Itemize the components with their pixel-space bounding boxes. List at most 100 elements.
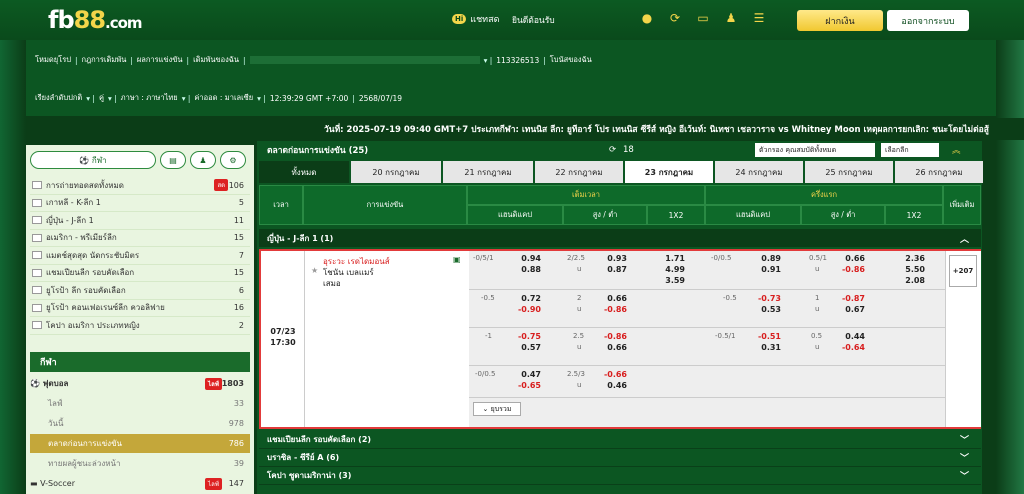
odds-cell[interactable]: 0.66 <box>595 293 627 304</box>
odds-cell[interactable]: 2.08 <box>893 275 925 286</box>
soccer-ball-icon: ⚽ <box>30 379 43 388</box>
more-bets-button[interactable]: +207 <box>949 255 977 287</box>
draw-label: เสมอ <box>323 279 341 288</box>
sub-early-market[interactable]: ตลาดก่อนการแข่งขัน 786 <box>30 434 250 453</box>
league-group[interactable]: แชมเปียนลีก รอบคัดเลือก (2) ﹀ <box>259 431 981 449</box>
nav-europe-mode[interactable]: โหมดยุโรป <box>35 54 71 66</box>
league-item[interactable]: อเมริกา - พรีเมียร์ลีก 15 <box>30 230 250 247</box>
collapse-button[interactable]: ⌄ ยุบรวม <box>473 402 521 416</box>
sub-outright[interactable]: ทายผลผู้ชนะล่วงหน้า 39 <box>30 454 250 473</box>
odds-cell[interactable]: -0.75 <box>509 331 541 342</box>
league-item[interactable]: ญี่ปุ่น - J-ลีก 1 11 <box>30 212 250 230</box>
top-bar: fb88.com Hi แชทสด ยินดีต้อนรับ ● ⟳ ▭ ♟ ☰ … <box>0 0 1024 40</box>
filter-select[interactable]: ตัวกรอง คุณสมบัติทั้งหมด <box>755 143 875 157</box>
settings-bar: โหมดยุโรป | กฎการเดิมพัน | ผลการแข่งขัน | เ… <box>26 40 996 116</box>
live-chat-link[interactable]: Hi แชทสด <box>452 12 499 26</box>
select-league-button[interactable]: เลือกลีก <box>881 143 939 157</box>
odds-cell[interactable]: -0.90 <box>509 304 541 315</box>
league-group[interactable]: โคปา ซูดาเมริกาน่า (3) ﹀ <box>259 467 981 485</box>
league-item[interactable]: โคปา อเมริกา ประเภทหญิง 2 <box>30 317 250 335</box>
betslip-icon[interactable]: ▤ <box>160 151 186 169</box>
odds-cell[interactable]: 0.53 <box>749 304 781 315</box>
sub-live[interactable]: ไลฟ์ 33 <box>30 394 250 413</box>
odds-cell[interactable]: 0.93 <box>595 253 627 264</box>
logo[interactable]: fb88.com <box>48 6 143 34</box>
odds-cell[interactable]: 0.44 <box>833 331 865 342</box>
odds-cell[interactable]: -0.86 <box>595 304 627 315</box>
sport-football[interactable]: ⚽ ฟุตบอล ไลฟ์ 1803 <box>30 374 250 393</box>
odds-cell[interactable]: 2.36 <box>893 253 925 264</box>
league-item[interactable]: แมตช์สุดสุด นัดกระชับมิตร 7 <box>30 247 250 265</box>
tab-date[interactable]: 25 กรกฎาคม <box>805 161 893 183</box>
league-item[interactable]: การถ่ายทอดสดทั้งหมด สด 106 <box>30 177 250 195</box>
odds-cell[interactable]: -0.66 <box>595 369 627 380</box>
cards-icon[interactable]: ▭ <box>696 11 710 25</box>
stats-icon[interactable]: ▣ <box>453 255 461 264</box>
odds-table-header: เวลา การแข่งขัน เต็มเวลา ครึ่งแรก เพิ่มเ… <box>259 185 981 225</box>
odds-cell[interactable]: -0.65 <box>509 380 541 391</box>
odds-cell[interactable]: 0.67 <box>833 304 865 315</box>
refresh-icon[interactable]: ⟳ <box>609 145 616 155</box>
chevron-up-icon[interactable]: ︽ <box>952 144 961 156</box>
header-match: การแข่งขัน <box>303 185 467 225</box>
odds-cell[interactable]: 0.66 <box>595 342 627 353</box>
pair-select[interactable]: คู่ <box>99 92 104 104</box>
odds-cell[interactable]: 0.91 <box>749 264 781 275</box>
odds-cell[interactable]: 0.46 <box>595 380 627 391</box>
nav-my-bets[interactable]: เดิมพันของฉัน <box>193 54 239 66</box>
league-item[interactable]: ยูโรป้า ลีก รอบคัดเลือก 6 <box>30 282 250 300</box>
odds-cell[interactable]: 0.87 <box>595 264 627 275</box>
odds-cell[interactable]: 4.99 <box>653 264 685 275</box>
odds-cell[interactable]: 0.66 <box>833 253 865 264</box>
odds-cell[interactable]: -0.73 <box>749 293 781 304</box>
logout-button[interactable]: ออกจากระบบ <box>887 10 969 31</box>
odds-cell[interactable]: 0.89 <box>749 253 781 264</box>
user-icon[interactable]: ♟ <box>724 11 738 25</box>
odds-cell[interactable]: 0.47 <box>509 369 541 380</box>
league-item[interactable]: เกาหลี - K-ลีก 15 <box>30 195 250 212</box>
odds-cell[interactable]: -0.86 <box>595 331 627 342</box>
coins-icon[interactable]: ● <box>640 11 654 25</box>
tab-date[interactable]: 21 กรกฎาคม <box>443 161 533 183</box>
odds-cell[interactable]: 1.71 <box>653 253 685 264</box>
chat-icon: Hi <box>452 14 467 24</box>
league-header[interactable]: ญี่ปุ่น - J-ลีก 1 (1) ︿ <box>259 229 981 247</box>
odds-type-select[interactable]: ค่าออด : มาเลเซีย <box>194 92 253 104</box>
league-item[interactable]: แชมเปียนลีก รอบคัดเลือก 15 <box>30 265 250 282</box>
odds-cell[interactable]: 0.57 <box>509 342 541 353</box>
odds-cell[interactable]: 5.50 <box>893 264 925 275</box>
odds-cell[interactable]: 0.88 <box>509 264 541 275</box>
deposit-button[interactable]: ฝากเงิน <box>797 10 883 31</box>
nav-my-bonus[interactable]: โบนัสของฉัน <box>550 54 592 66</box>
tab-date[interactable]: 24 กรกฎาคม <box>715 161 803 183</box>
sub-today[interactable]: วันนี้ 978 <box>30 414 250 433</box>
language-select[interactable]: ภาษา : ภาษาไทย <box>121 92 178 104</box>
odds-cell[interactable]: 0.72 <box>509 293 541 304</box>
list-icon[interactable]: ☰ <box>752 11 766 25</box>
tab-date[interactable]: 20 กรกฎาคม <box>351 161 441 183</box>
sport-vsoccer[interactable]: ▬ V-Soccer ไลฟ์ 147 <box>30 474 250 493</box>
profile-icon[interactable]: ♟ <box>190 151 216 169</box>
league-item[interactable]: ยูโรป้า คอนเฟอเรนซ์ลีก ควอลิฟาย 16 <box>30 300 250 317</box>
odds-cell[interactable]: -0.86 <box>833 264 865 275</box>
odds-cell[interactable]: 0.94 <box>509 253 541 264</box>
settings-icon[interactable]: ⚙ <box>220 151 246 169</box>
odds-cell[interactable]: -0.64 <box>833 342 865 353</box>
favorite-star-icon[interactable]: ★ <box>311 266 318 275</box>
refresh-icon[interactable]: ⟳ <box>668 11 682 25</box>
odds-cell[interactable]: -0.51 <box>749 331 781 342</box>
tab-all[interactable]: ทั้งหมด <box>259 161 349 183</box>
sport-button[interactable]: ⚽ กีฬา <box>30 151 156 169</box>
nav-results[interactable]: ผลการแข่งขัน <box>137 54 183 66</box>
odds-cell[interactable]: 3.59 <box>653 275 685 286</box>
tab-date-active[interactable]: 23 กรกฎาคม <box>625 161 713 183</box>
background-player-right <box>996 40 1024 494</box>
odds-cell[interactable]: -0.87 <box>833 293 865 304</box>
page-title: ตลาดก่อนการแข่งขัน (25) <box>267 146 369 156</box>
odds-cell[interactable]: 0.31 <box>749 342 781 353</box>
nav-rules[interactable]: กฎการเดิมพัน <box>82 54 127 66</box>
tab-date[interactable]: 26 กรกฎาคม <box>895 161 983 183</box>
tab-date[interactable]: 22 กรกฎาคม <box>535 161 623 183</box>
league-group[interactable]: บราซิล - ซีรีย์ A (6) ﹀ <box>259 449 981 467</box>
sort-select[interactable]: เรียงลำดับปกติ <box>35 92 82 104</box>
